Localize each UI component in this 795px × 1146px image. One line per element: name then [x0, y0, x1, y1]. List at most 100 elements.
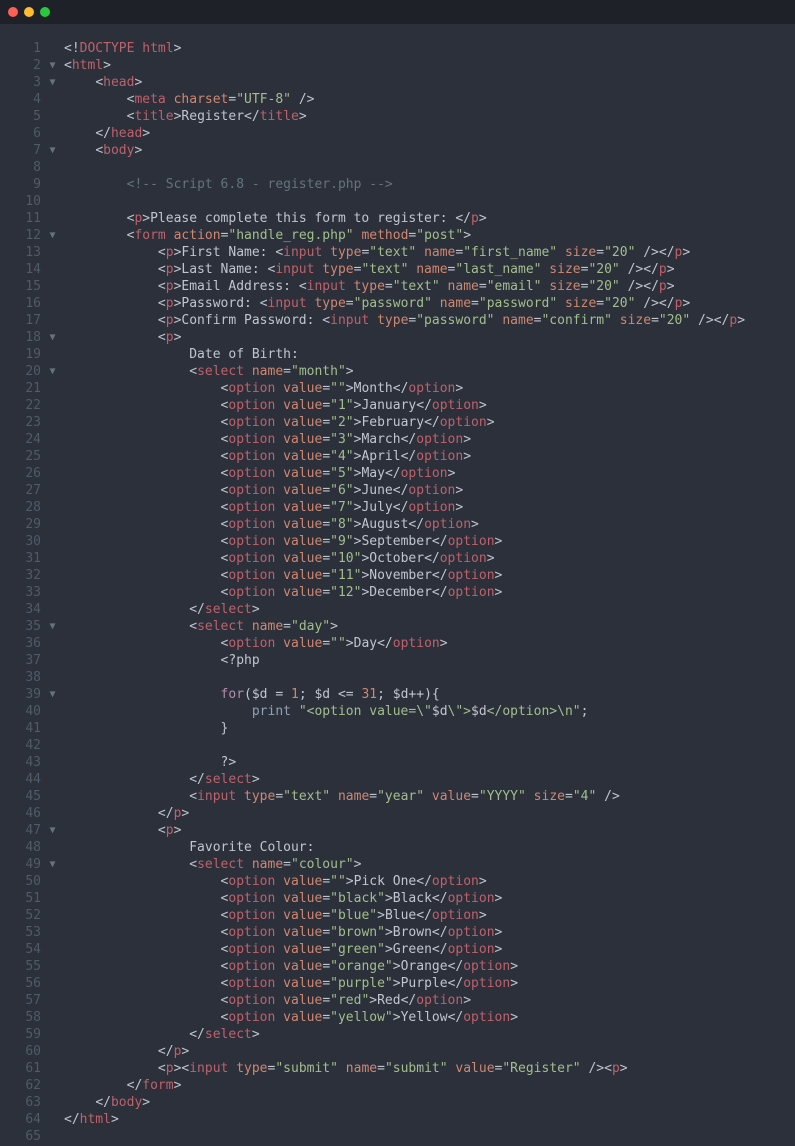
code-line[interactable]: Favorite Colour:: [64, 839, 745, 856]
code-line[interactable]: <p>Confirm Password: <input type="passwo…: [64, 312, 745, 329]
line-number: 40: [0, 703, 41, 720]
fold-marker: [45, 652, 60, 669]
fold-marker[interactable]: ▼: [45, 329, 60, 346]
code-line[interactable]: <select name="colour">: [64, 856, 745, 873]
code-line[interactable]: <option value="6">June</option>: [64, 482, 745, 499]
code-line[interactable]: [64, 1128, 745, 1145]
code-line[interactable]: <option value="yellow">Yellow</option>: [64, 1009, 745, 1026]
fold-marker[interactable]: ▼: [45, 686, 60, 703]
code-line[interactable]: <option value="red">Red</option>: [64, 992, 745, 1009]
code-line[interactable]: <p>First Name: <input type="text" name="…: [64, 244, 745, 261]
code-line[interactable]: <head>: [64, 74, 745, 91]
line-number: 28: [0, 499, 41, 516]
fold-marker: [45, 754, 60, 771]
code-line[interactable]: <p>: [64, 329, 745, 346]
code-content[interactable]: <!DOCTYPE html><html> <head> <meta chars…: [60, 24, 745, 1145]
code-line[interactable]: <!DOCTYPE html>: [64, 40, 745, 57]
code-line[interactable]: </p>: [64, 1043, 745, 1060]
code-line[interactable]: <option value="9">September</option>: [64, 533, 745, 550]
code-line[interactable]: <option value="1">January</option>: [64, 397, 745, 414]
code-line[interactable]: <select name="month">: [64, 363, 745, 380]
code-line[interactable]: [64, 737, 745, 754]
code-line[interactable]: <option value="4">April</option>: [64, 448, 745, 465]
fold-marker[interactable]: ▼: [45, 142, 60, 159]
code-line[interactable]: <meta charset="UTF-8" />: [64, 91, 745, 108]
line-number: 33: [0, 584, 41, 601]
code-line[interactable]: <option value="black">Black</option>: [64, 890, 745, 907]
code-line[interactable]: </p>: [64, 805, 745, 822]
code-line[interactable]: <option value="11">November</option>: [64, 567, 745, 584]
fold-marker[interactable]: ▼: [45, 618, 60, 635]
line-number: 44: [0, 771, 41, 788]
fold-marker: [45, 1077, 60, 1094]
code-line[interactable]: <option value="5">May</option>: [64, 465, 745, 482]
fold-marker: [45, 125, 60, 142]
code-line[interactable]: <option value="7">July</option>: [64, 499, 745, 516]
code-line[interactable]: <option value="brown">Brown</option>: [64, 924, 745, 941]
fold-marker[interactable]: ▼: [45, 363, 60, 380]
fold-marker: [45, 975, 60, 992]
line-number: 62: [0, 1077, 41, 1094]
fold-marker: [45, 1026, 60, 1043]
code-line[interactable]: <option value="12">December</option>: [64, 584, 745, 601]
code-line[interactable]: <p><input type="submit" name="submit" va…: [64, 1060, 745, 1077]
code-line[interactable]: </form>: [64, 1077, 745, 1094]
code-line[interactable]: [64, 669, 745, 686]
code-line[interactable]: </select>: [64, 601, 745, 618]
code-line[interactable]: </body>: [64, 1094, 745, 1111]
code-editor[interactable]: 1234567891011121314151617181920212223242…: [0, 24, 795, 1145]
code-line[interactable]: <option value="10">October</option>: [64, 550, 745, 567]
fold-marker[interactable]: ▼: [45, 822, 60, 839]
line-number: 21: [0, 380, 41, 397]
window-minimize-icon[interactable]: [24, 7, 34, 17]
code-line[interactable]: <option value="">Pick One</option>: [64, 873, 745, 890]
code-line[interactable]: <option value="green">Green</option>: [64, 941, 745, 958]
code-line[interactable]: [64, 159, 745, 176]
code-line[interactable]: <option value="2">February</option>: [64, 414, 745, 431]
code-line[interactable]: <option value="orange">Orange</option>: [64, 958, 745, 975]
code-line[interactable]: <select name="day">: [64, 618, 745, 635]
code-line[interactable]: [64, 193, 745, 210]
code-line[interactable]: for($d = 1; $d <= 31; $d++){: [64, 686, 745, 703]
code-line[interactable]: <input type="text" name="year" value="YY…: [64, 788, 745, 805]
code-line[interactable]: <!-- Script 6.8 - register.php -->: [64, 176, 745, 193]
code-line[interactable]: <option value="purple">Purple</option>: [64, 975, 745, 992]
line-number: 34: [0, 601, 41, 618]
code-line[interactable]: <p>Last Name: <input type="text" name="l…: [64, 261, 745, 278]
code-line[interactable]: <html>: [64, 57, 745, 74]
code-line[interactable]: <form action="handle_reg.php" method="po…: [64, 227, 745, 244]
code-line[interactable]: <title>Register</title>: [64, 108, 745, 125]
code-line[interactable]: <p>Email Address: <input type="text" nam…: [64, 278, 745, 295]
fold-marker: [45, 448, 60, 465]
fold-marker[interactable]: ▼: [45, 57, 60, 74]
code-line[interactable]: Date of Birth:: [64, 346, 745, 363]
code-line[interactable]: </select>: [64, 1026, 745, 1043]
fold-marker: [45, 516, 60, 533]
code-line[interactable]: print "<option value=\"$d\">$d</option>\…: [64, 703, 745, 720]
code-line[interactable]: <body>: [64, 142, 745, 159]
window-maximize-icon[interactable]: [40, 7, 50, 17]
line-number: 50: [0, 873, 41, 890]
code-line[interactable]: <p>: [64, 822, 745, 839]
code-line[interactable]: <option value="blue">Blue</option>: [64, 907, 745, 924]
fold-marker[interactable]: ▼: [45, 74, 60, 91]
code-line[interactable]: <p>Password: <input type="password" name…: [64, 295, 745, 312]
code-line[interactable]: </select>: [64, 771, 745, 788]
code-line[interactable]: <option value="8">August</option>: [64, 516, 745, 533]
code-line[interactable]: ?>: [64, 754, 745, 771]
code-line[interactable]: </html>: [64, 1111, 745, 1128]
line-number: 14: [0, 261, 41, 278]
line-number: 60: [0, 1043, 41, 1060]
line-number: 13: [0, 244, 41, 261]
fold-marker: [45, 346, 60, 363]
code-line[interactable]: <option value="">Day</option>: [64, 635, 745, 652]
code-line[interactable]: <option value="3">March</option>: [64, 431, 745, 448]
code-line[interactable]: </head>: [64, 125, 745, 142]
code-line[interactable]: <option value="">Month</option>: [64, 380, 745, 397]
code-line[interactable]: <?php: [64, 652, 745, 669]
code-line[interactable]: }: [64, 720, 745, 737]
window-close-icon[interactable]: [8, 7, 18, 17]
fold-marker[interactable]: ▼: [45, 227, 60, 244]
code-line[interactable]: <p>Please complete this form to register…: [64, 210, 745, 227]
fold-marker[interactable]: ▼: [45, 856, 60, 873]
